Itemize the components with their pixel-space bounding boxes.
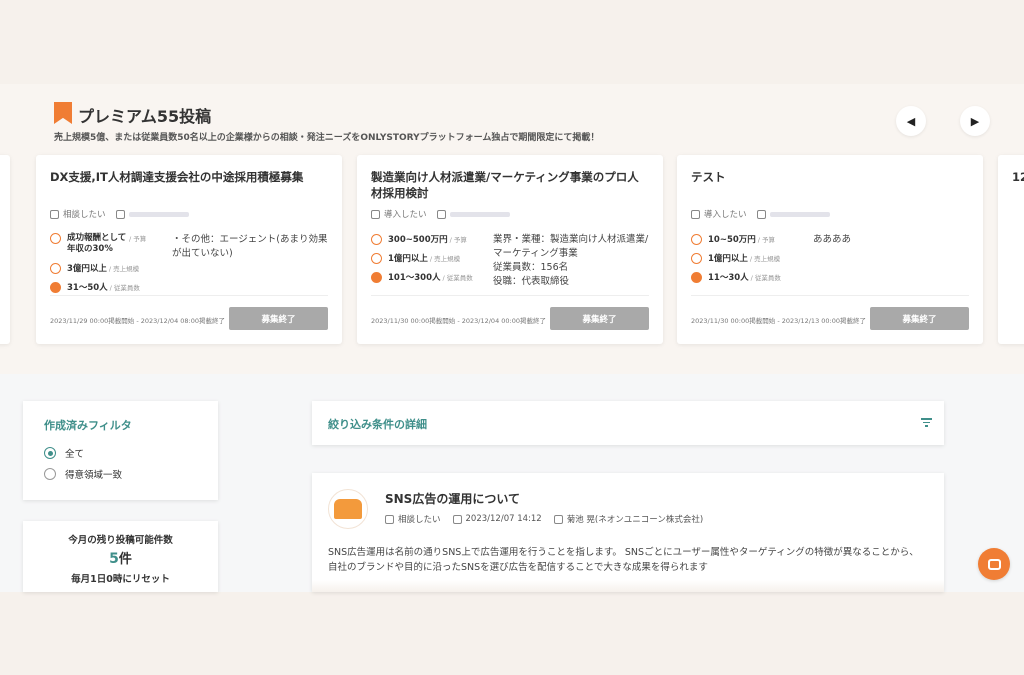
premium-card-partial-left[interactable] xyxy=(0,155,10,344)
divider xyxy=(50,295,328,296)
download-icon xyxy=(371,209,380,219)
bookmark-icon xyxy=(54,102,72,124)
company-logo-icon xyxy=(334,499,362,519)
filter-option-specialty[interactable]: 得意領域一致 xyxy=(44,467,122,481)
card-meta: 導入したい xyxy=(691,208,830,220)
carousel-prev-button[interactable]: ◀ xyxy=(896,106,926,136)
card-description: ああああ xyxy=(813,234,852,245)
people-icon xyxy=(50,209,59,219)
caret-right-icon: ▶ xyxy=(970,114,980,128)
carousel-next-button[interactable]: ▶ xyxy=(960,106,990,136)
yen-icon xyxy=(371,252,382,264)
card-meta: 相談したい xyxy=(50,208,189,220)
stat-employees: 31〜50人 / 従業員数 xyxy=(50,281,170,293)
stat-revenue: 1億円以上 / 売上規模 xyxy=(691,252,811,264)
status-button: 募集終了 xyxy=(870,307,969,330)
yen-icon xyxy=(50,233,61,244)
post-body: SNS広告運用は名前の通りSNS上で広告運用を行うことを指します。 SNSごとに… xyxy=(328,547,919,573)
card-period: 2023/11/29 00:00掲載開始 - 2023/12/04 08:00掲… xyxy=(50,317,226,325)
chat-icon xyxy=(987,558,1001,570)
stat-revenue: 3億円以上 / 売上規模 xyxy=(50,262,170,274)
stat-employees: 101〜300人 / 従業員数 xyxy=(371,271,491,283)
filter-detail-bar[interactable]: 絞り込み条件の詳細 xyxy=(312,401,944,445)
card-type: 相談したい xyxy=(63,210,106,220)
yen-icon xyxy=(371,233,382,245)
status-button: 募集終了 xyxy=(229,307,328,330)
card-stats: 300~500万円 / 予算 1億円以上 / 売上規模 101〜300人 / 従業員数 xyxy=(371,233,491,290)
yen-icon xyxy=(691,252,702,264)
stat-revenue: 1億円以上 / 売上規模 xyxy=(371,252,491,264)
post-quota-panel: 今月の残り投稿可能件数 5件 毎月1日0時にリセット xyxy=(23,521,218,592)
person-icon xyxy=(50,281,61,293)
quota-count: 5件 xyxy=(109,551,132,567)
person-icon xyxy=(691,271,702,283)
company-icon xyxy=(115,209,125,219)
people-icon xyxy=(385,514,394,524)
premium-subtitle: 売上規模5億、または従業員数50名以上の企業様からの相談・発注ニーズをONLYS… xyxy=(54,133,600,143)
premium-section: プレミアム55投稿 売上規模5億、または従業員数50名以上の企業様からの相談・発… xyxy=(0,84,1024,374)
card-title: DX支援,IT人材調達支援会社の中途採用積極募集 xyxy=(50,170,304,184)
stat-budget: 成功報酬として年収の30% / 予算 xyxy=(50,233,170,255)
download-icon xyxy=(691,209,700,219)
fade-overlay xyxy=(312,580,944,592)
avatar xyxy=(328,489,368,529)
status-button: 募集終了 xyxy=(550,307,649,330)
premium-card-partial-right[interactable]: 12 xyxy=(998,155,1024,344)
divider xyxy=(691,295,969,296)
quota-reset: 毎月1日0時にリセット xyxy=(71,574,170,585)
post-meta: 相談したい 2023/12/07 14:12 菊池 晃(ネオンユニコーン株式会社… xyxy=(385,513,703,525)
yen-icon xyxy=(50,262,61,274)
quota-label: 今月の残り投稿可能件数 xyxy=(68,535,173,546)
card-description: 業界・業種：製造業向け人材派遣業/マーケティング事業 従業員数：156名 役職：… xyxy=(493,234,649,287)
calendar-icon xyxy=(452,514,462,524)
card-stats: 成功報酬として年収の30% / 予算 3億円以上 / 売上規模 31〜50人 / 従業… xyxy=(50,233,170,300)
card-title: テスト xyxy=(691,170,726,184)
company-icon xyxy=(436,209,446,219)
card-stats: 10~50万円 / 予算 1億円以上 / 売上規模 11〜30人 / 従業員数 xyxy=(691,233,811,290)
filter-icon[interactable] xyxy=(921,418,932,427)
yen-icon xyxy=(691,233,702,245)
premium-card[interactable]: 製造業向け人材派遣業/マーケティング事業のプロ人材採用検討 導入したい 300~… xyxy=(357,155,663,344)
card-type: 導入したい xyxy=(704,210,747,220)
redacted-company xyxy=(769,211,830,217)
card-description: ・その他：エージェント(あまり効果が出ていない) xyxy=(172,234,328,259)
card-period: 2023/11/30 00:00掲載開始 - 2023/12/13 00:00掲… xyxy=(691,317,867,325)
premium-title: プレミアム55投稿 xyxy=(78,107,212,126)
company-icon xyxy=(756,209,766,219)
post-card[interactable]: SNS広告の運用について 相談したい 2023/12/07 14:12 菊池 晃… xyxy=(312,473,944,592)
redacted-company xyxy=(128,211,189,217)
card-meta: 導入したい xyxy=(371,208,510,220)
radio[interactable] xyxy=(44,468,56,480)
stat-budget: 300~500万円 / 予算 xyxy=(371,233,491,245)
chat-button[interactable] xyxy=(978,548,1010,580)
card-period: 2023/11/30 00:00掲載開始 - 2023/12/04 00:00掲… xyxy=(371,317,547,325)
premium-card[interactable]: DX支援,IT人材調達支援会社の中途採用積極募集 相談したい 成功報酬として年収… xyxy=(36,155,342,344)
redacted-company xyxy=(449,211,510,217)
filter-detail-title: 絞り込み条件の詳細 xyxy=(328,418,427,431)
card-type: 導入したい xyxy=(384,210,427,220)
card-title: 製造業向け人材派遣業/マーケティング事業のプロ人材採用検討 xyxy=(371,170,639,200)
post-title[interactable]: SNS広告の運用について xyxy=(385,490,520,507)
card-title: 12 xyxy=(1012,170,1024,184)
company-icon xyxy=(553,514,563,524)
stat-employees: 11〜30人 / 従業員数 xyxy=(691,271,811,283)
radio-selected[interactable] xyxy=(44,447,56,459)
stat-budget: 10~50万円 / 予算 xyxy=(691,233,811,245)
saved-filter-panel: 作成済みフィルタ 全て 得意領域一致 xyxy=(23,401,218,500)
caret-left-icon: ◀ xyxy=(906,114,916,128)
premium-card[interactable]: テスト 導入したい 10~50万円 / 予算 1億円以上 / 売上規模 11〜30人… xyxy=(677,155,983,344)
divider xyxy=(371,295,649,296)
person-icon xyxy=(371,271,382,283)
filter-option-all[interactable]: 全て xyxy=(44,446,84,460)
filter-title: 作成済みフィルタ xyxy=(44,419,132,432)
